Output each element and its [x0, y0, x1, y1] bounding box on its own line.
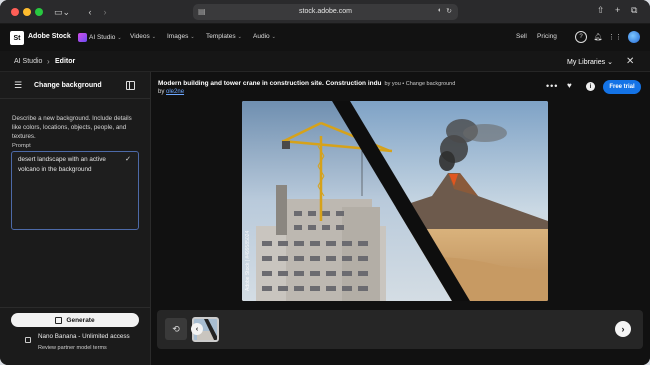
generate-icon: [55, 316, 63, 324]
breadcrumb-editor: Editor: [55, 58, 76, 65]
menu-label: AI Studio: [89, 34, 116, 42]
menu-label: Templates: [206, 33, 236, 40]
divider: [0, 307, 151, 308]
forward-icon[interactable]: ›: [98, 5, 112, 19]
prompt-textarea[interactable]: desert landscape with an active volcano …: [11, 151, 139, 230]
close-window-button[interactable]: [11, 8, 19, 16]
edited-image[interactable]: Adobe Stock | #499585024: [242, 101, 548, 301]
info-icon[interactable]: i: [586, 82, 595, 91]
editor-canvas-area: Modern building and tower crane in const…: [151, 72, 650, 365]
menu-audio[interactable]: Audio ⌄: [253, 33, 276, 40]
history-icon[interactable]: ⟲: [165, 318, 187, 340]
sell-link[interactable]: Sell: [516, 33, 527, 40]
breadcrumb-ai-studio[interactable]: AI Studio: [14, 58, 42, 65]
menu-images[interactable]: Images ⌄: [167, 33, 195, 40]
prompt-value: desert landscape with an active volcano …: [18, 156, 106, 173]
apps-grid-icon[interactable]: ⋮⋮: [608, 31, 622, 43]
menu-videos[interactable]: Videos ⌄: [130, 33, 156, 40]
stock-watermark: Adobe Stock | #499585024: [245, 231, 251, 291]
history-strip: ⟲ ‹ ›: [157, 310, 643, 349]
my-libraries-label: My Libraries: [567, 59, 606, 66]
editor-subheader: AI Studio › Editor My Libraries ⌄ ✕: [0, 51, 650, 72]
composite-image: Adobe Stock | #499585024: [242, 101, 548, 301]
url-text: stock.adobe.com: [299, 8, 352, 15]
site-header: St Adobe Stock AI Studio ⌄ Videos ⌄ Images…: [0, 24, 650, 51]
chevron-down-icon: ⌄: [271, 34, 276, 40]
author-link[interactable]: ole2ne: [166, 89, 184, 95]
model-info-icon[interactable]: [25, 337, 31, 343]
instructions-text: Describe a new background. Include detai…: [12, 115, 132, 140]
my-libraries-dropdown[interactable]: My Libraries ⌄: [567, 58, 613, 66]
model-name: Nano Banana - Unlimited access: [38, 333, 130, 340]
browser-window: ▭⌄ ‹ › ▤ stock.adobe.com ◐ ↻ ⇧ + ⧉ St Ad…: [0, 0, 650, 365]
checkmark-icon: ✓: [125, 156, 131, 163]
collapse-panel-icon[interactable]: [126, 81, 135, 90]
new-tab-icon[interactable]: +: [615, 5, 620, 15]
tool-panel-header: ☰ Change background: [0, 72, 151, 99]
tabs-icon[interactable]: ⧉: [631, 5, 637, 16]
address-bar[interactable]: ▤ stock.adobe.com ◐ ↻: [193, 4, 458, 20]
ai-studio-icon: [78, 33, 87, 42]
prompt-label: Prompt: [12, 143, 31, 149]
close-icon[interactable]: ✕: [626, 56, 634, 67]
browser-toolbar: ▭⌄ ‹ › ▤ stock.adobe.com ◐ ↻ ⇧ + ⧉: [0, 0, 650, 24]
avatar[interactable]: [628, 31, 640, 43]
chevron-left-icon[interactable]: ‹: [191, 323, 203, 335]
generate-label: Generate: [66, 316, 95, 324]
heart-icon[interactable]: ♥: [567, 81, 572, 90]
back-icon[interactable]: ‹: [83, 5, 97, 19]
reload-icon[interactable]: ↻: [446, 7, 452, 15]
chevron-down-icon: ⌄: [607, 59, 613, 66]
brand-name[interactable]: Adobe Stock: [28, 33, 71, 40]
asset-author: by ole2ne: [158, 89, 184, 95]
panel-title: Change background: [34, 82, 102, 89]
asset-title-text: Modern building and tower crane in const…: [158, 80, 382, 87]
model-terms-link[interactable]: Review partner model terms: [38, 345, 107, 351]
menu-label: Audio: [253, 33, 270, 40]
free-trial-button[interactable]: Free trial: [603, 80, 641, 94]
chevron-down-icon: ⌄: [151, 34, 156, 40]
menu-label: Images: [167, 33, 189, 40]
bell-icon[interactable]: 🔔︎: [592, 31, 604, 43]
menu-ai-studio[interactable]: AI Studio ⌄: [78, 33, 122, 42]
zoom-window-button[interactable]: [35, 8, 43, 16]
sidebar-icon[interactable]: ▭⌄: [50, 5, 74, 19]
chevron-right-icon[interactable]: ›: [615, 321, 631, 337]
chevron-right-icon: ›: [47, 57, 50, 66]
menu-icon[interactable]: ☰: [14, 80, 22, 91]
chevron-down-icon: ⌄: [190, 34, 195, 40]
translate-icon[interactable]: ◐: [438, 7, 442, 15]
share-icon[interactable]: ⇧: [597, 5, 605, 16]
generate-button[interactable]: Generate: [11, 313, 139, 327]
help-icon[interactable]: ?: [575, 31, 587, 43]
menu-templates[interactable]: Templates ⌄: [206, 33, 242, 40]
adobe-stock-logo[interactable]: St: [10, 31, 24, 45]
chevron-down-icon: ⌄: [117, 35, 122, 42]
minimize-window-button[interactable]: [23, 8, 31, 16]
asset-title: Modern building and tower crane in const…: [158, 80, 558, 87]
pricing-link[interactable]: Pricing: [537, 33, 557, 40]
tool-panel: ☰ Change background Describe a new backg…: [0, 72, 151, 365]
asset-meta: by you • Change background: [384, 81, 456, 87]
chevron-down-icon: ⌄: [237, 34, 242, 40]
menu-label: Videos: [130, 33, 150, 40]
by-prefix: by: [158, 89, 165, 95]
more-options-icon[interactable]: •••: [546, 81, 558, 91]
